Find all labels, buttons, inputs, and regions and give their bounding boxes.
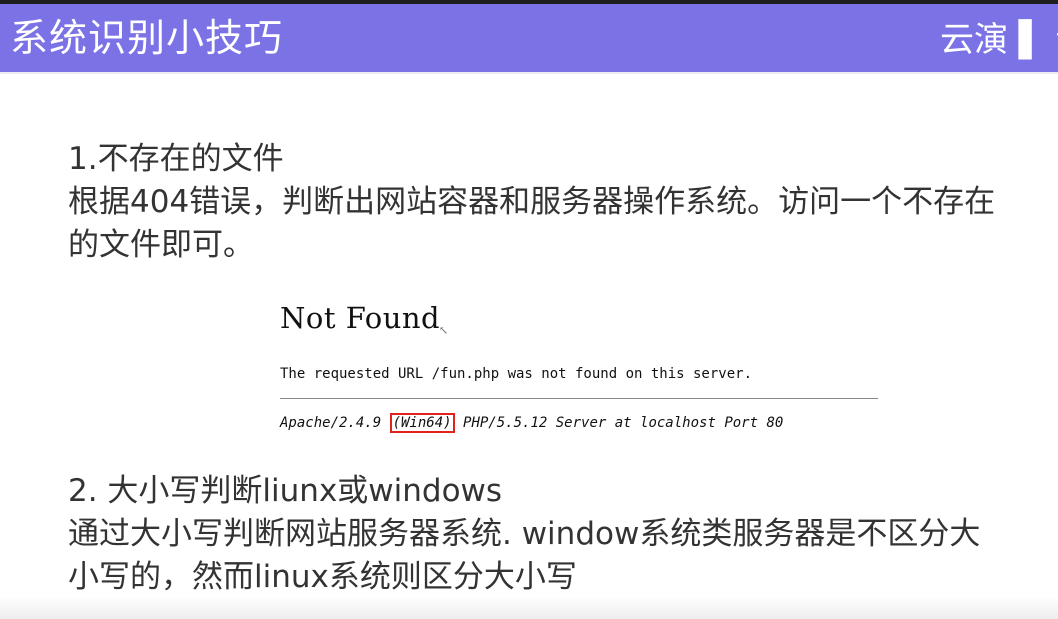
- section-nonexistent-file: 1.不存在的文件 根据404错误，判断出网站容器和服务器操作系统。访问一个不存在…: [68, 138, 995, 267]
- not-found-title: Not Found: [280, 301, 441, 335]
- server-signature-suffix: PHP/5.5.12 Server at localhost Port 80: [454, 415, 784, 431]
- slide-title: 系统识别小技巧: [10, 16, 284, 60]
- section2-line1: 通过大小写判断网站服务器系统. window系统类服务器是不区分大: [68, 516, 981, 552]
- section1-line1: 根据404错误，判断出网站容器和服务器操作系统。访问一个不存在: [68, 184, 996, 220]
- bottom-shadow: [0, 596, 1058, 619]
- mouse-cursor-icon: ↖: [439, 324, 449, 337]
- not-found-message: The requested URL /fun.php was not found…: [280, 366, 753, 382]
- not-found-divider: [280, 398, 878, 399]
- header-divider: [0, 72, 1058, 74]
- section-case-sensitivity: 2. 大小写判断liunx或windows 通过大小写判断网站服务器系统. wi…: [68, 470, 980, 599]
- brand-logo-text: 云演 ▌ 讠: [940, 20, 1058, 60]
- section1-line2: 的文件即可。: [68, 227, 254, 263]
- section2-line2: 小写的，然而linux系统则区分大小写: [68, 559, 577, 595]
- not-found-screenshot: Not Found ↖ The requested URL /fun.php w…: [276, 300, 888, 442]
- section1-heading: 1.不存在的文件: [68, 141, 284, 177]
- server-signature-prefix: Apache/2.4.9: [280, 415, 390, 431]
- server-signature: Apache/2.4.9 (Win64) PHP/5.5.12 Server a…: [280, 412, 783, 434]
- win64-highlight-box: (Win64): [389, 413, 455, 433]
- section2-heading: 2. 大小写判断liunx或windows: [68, 473, 503, 509]
- slide-header: 系统识别小技巧 云演 ▌ 讠: [0, 4, 1058, 72]
